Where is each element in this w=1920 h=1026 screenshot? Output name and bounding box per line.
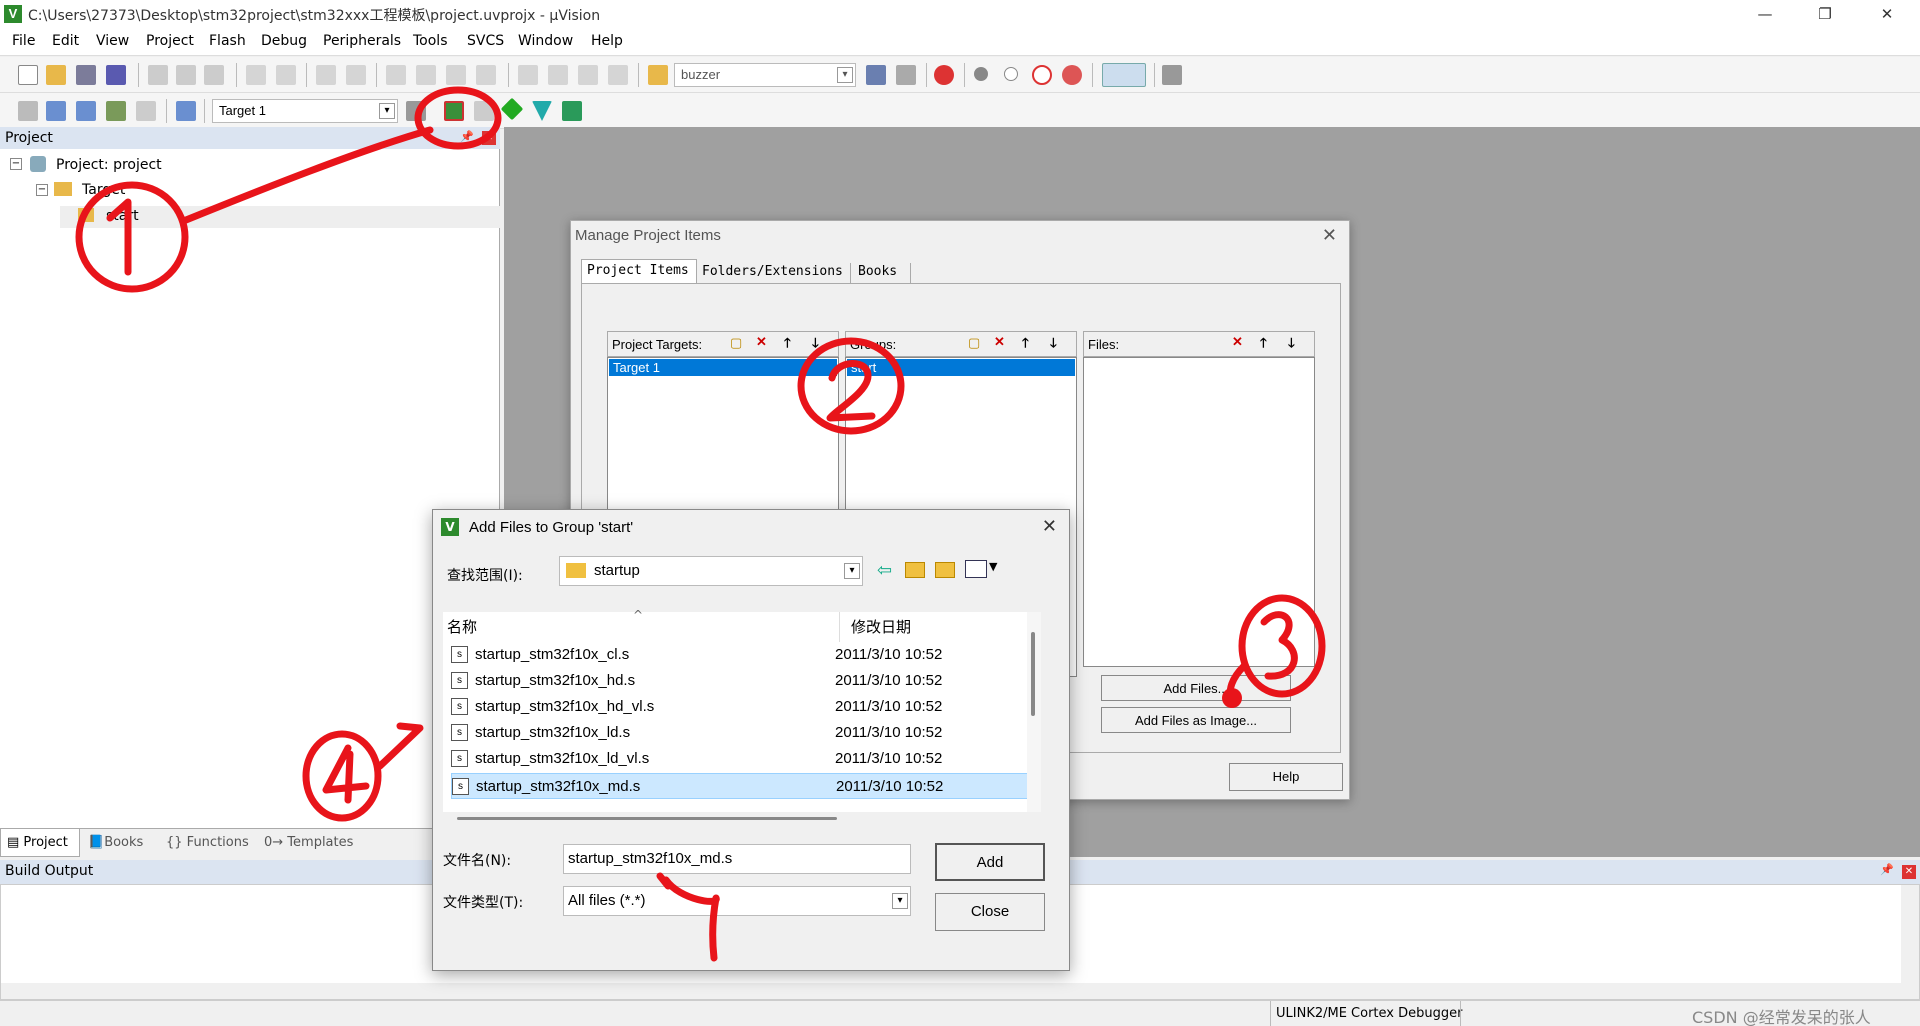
annotation-overlay: 1 bbox=[75, 86, 1326, 962]
annotation-labels: 1 bbox=[1052, 694, 1053, 696]
annotation-3 bbox=[1222, 594, 1326, 708]
annotation-7 bbox=[656, 872, 720, 962]
annotation-2 bbox=[797, 337, 905, 435]
annotation-1 bbox=[75, 86, 502, 293]
annotation-4 bbox=[302, 722, 424, 822]
